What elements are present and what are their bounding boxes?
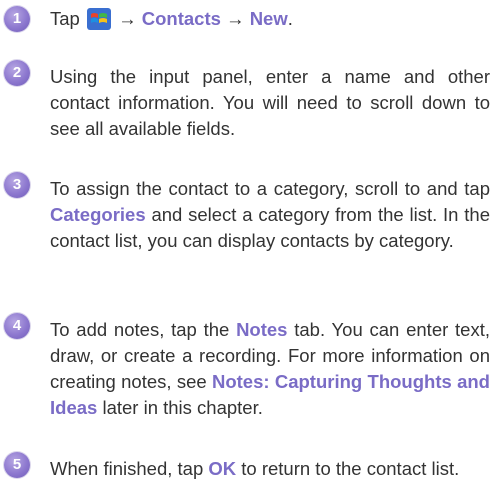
- step-text-run: →: [112, 8, 142, 29]
- highlighted-term: Contacts: [141, 8, 221, 29]
- step-text-run: When finished, tap: [50, 458, 209, 479]
- highlighted-term: Categories: [50, 204, 146, 225]
- highlighted-term: Notes: [236, 319, 288, 340]
- step-text-run: To add notes, tap the: [50, 319, 237, 340]
- windows-start-icon: [86, 8, 111, 30]
- step-text-run: To assign the contact to a category, scr…: [50, 178, 490, 199]
- highlighted-term: New: [249, 8, 288, 29]
- step-text-run: later in this chapter.: [97, 397, 263, 418]
- step-text-run: Tap: [50, 8, 85, 29]
- step-text-run: →: [220, 8, 250, 29]
- step-number-badge: 1: [4, 6, 30, 32]
- step-text: To assign the contact to a category, scr…: [50, 176, 490, 254]
- step-text-run: .: [287, 8, 293, 29]
- step-number-badge: 5: [4, 452, 30, 478]
- step-text: To add notes, tap the Notes tab. You can…: [50, 317, 490, 421]
- step-number-badge: 2: [4, 60, 30, 86]
- step-text-run: Using the input panel, enter a name and …: [50, 66, 490, 139]
- step-text-run: to return to the contact list.: [236, 458, 460, 479]
- step-text: Using the input panel, enter a name and …: [50, 64, 490, 142]
- step-text: When finished, tap OK to return to the c…: [50, 456, 490, 482]
- step-number-badge: 4: [4, 313, 30, 339]
- step-text: Tap → Contacts → New.: [50, 6, 490, 32]
- highlighted-term: OK: [208, 458, 237, 479]
- step-number-badge: 3: [4, 172, 30, 198]
